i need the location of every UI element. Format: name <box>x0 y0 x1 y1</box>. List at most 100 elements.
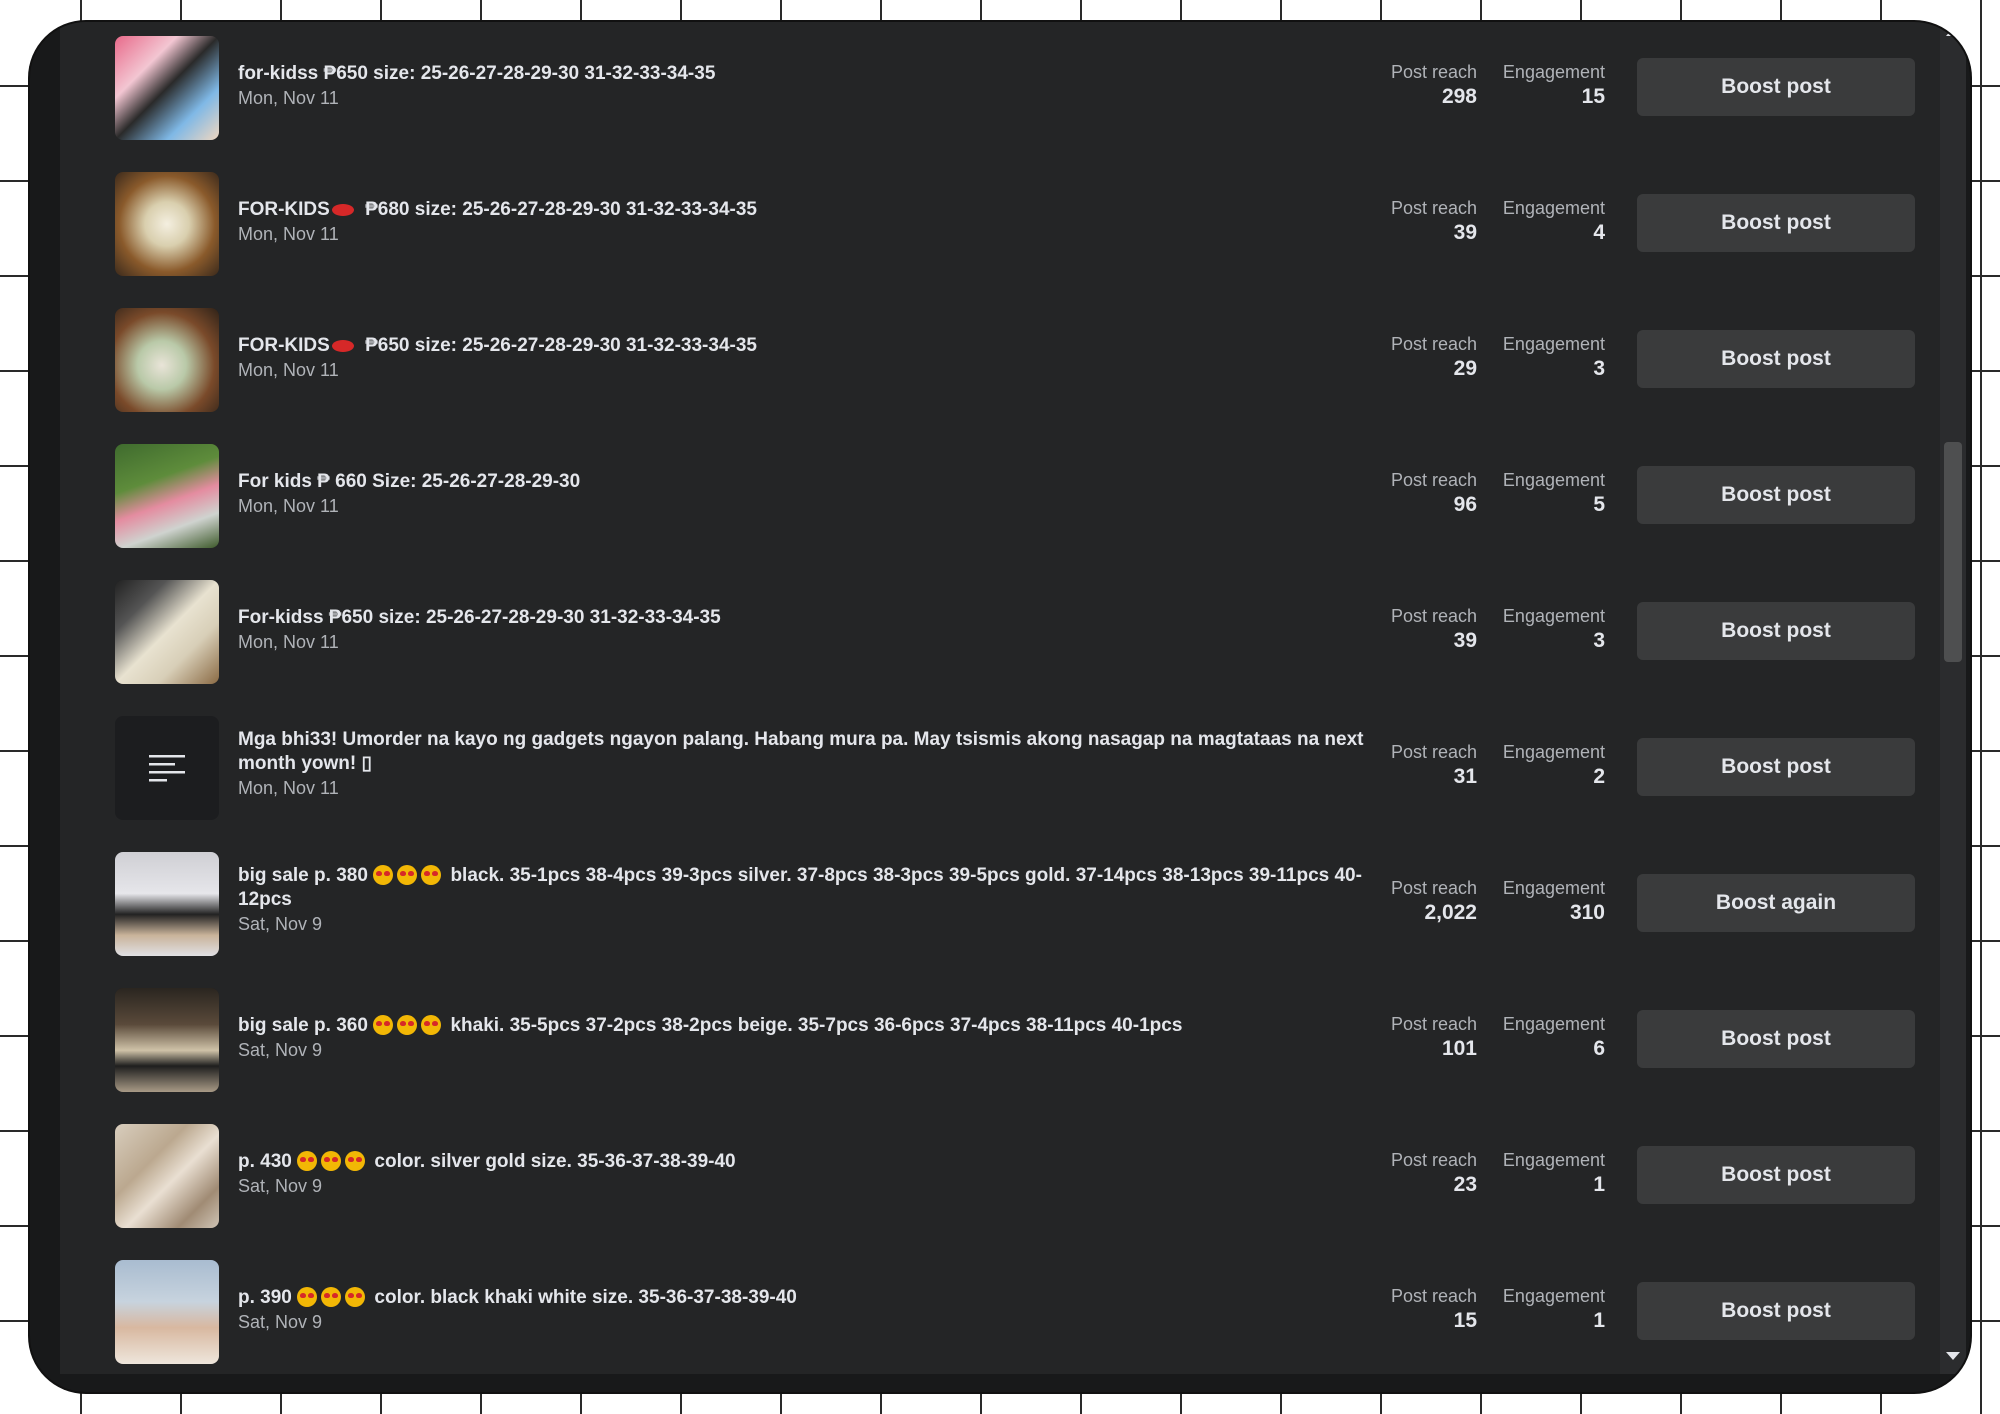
heart-eyes-emoji-icon <box>345 1287 366 1307</box>
post-thumbnail[interactable] <box>115 988 219 1092</box>
post-row[interactable]: Mga bhi33! Umorder na kayo ng gadgets ng… <box>60 702 1940 838</box>
post-reach: Post reach 39 <box>1360 198 1477 245</box>
post-title: For-kidss ₱650 size: 25-26-27-28-29-30 3… <box>238 607 721 628</box>
posts-list: for-kidss ₱650 size: 25-26-27-28-29-30 3… <box>60 22 1940 1374</box>
app-window: for-kidss ₱650 size: 25-26-27-28-29-30 3… <box>30 22 1970 1392</box>
post-row[interactable]: for-kidss ₱650 size: 25-26-27-28-29-30 3… <box>60 22 1940 158</box>
post-date: Mon, Nov 11 <box>238 632 339 652</box>
post-title: for-kidss ₱650 size: 25-26-27-28-29-30 3… <box>238 63 716 84</box>
engagement-value: 310 <box>1569 901 1605 924</box>
engagement: Engagement 1 <box>1480 1150 1605 1197</box>
heart-eyes-emoji-icon <box>321 1287 342 1307</box>
post-row[interactable]: big sale p. 380 black. 35-1pcs 38-4pcs 3… <box>60 838 1940 974</box>
post-row[interactable]: p. 430 color. silver gold size. 35-36-37… <box>60 1110 1940 1246</box>
post-reach-value: 39 <box>1453 629 1477 652</box>
post-title: FOR-KIDS ₱650 size: 25-26-27-28-29-30 31… <box>238 335 757 356</box>
post-title: FOR-KIDS ₱680 size: 25-26-27-28-29-30 31… <box>238 199 757 220</box>
engagement-value: 5 <box>1593 493 1605 516</box>
post-thumbnail[interactable] <box>115 444 219 548</box>
heart-eyes-emoji-icon <box>421 1015 442 1035</box>
post-thumbnail[interactable] <box>115 852 219 956</box>
engagement-value: 3 <box>1593 357 1605 380</box>
post-row[interactable]: For-kidss ₱650 size: 25-26-27-28-29-30 3… <box>60 566 1940 702</box>
engagement: Engagement 4 <box>1480 198 1605 245</box>
heart-eyes-emoji-icon <box>421 865 442 885</box>
post-row[interactable]: p. 390 color. black khaki white size. 35… <box>60 1246 1940 1374</box>
scroll-down-arrow-icon[interactable] <box>1946 1352 1960 1360</box>
engagement: Engagement 3 <box>1480 334 1605 381</box>
engagement-value: 15 <box>1581 85 1605 108</box>
post-row[interactable]: For kids ₱ 660 Size: 25-26-27-28-29-30 M… <box>60 430 1940 566</box>
engagement: Engagement 5 <box>1480 470 1605 517</box>
boost-again-button[interactable]: Boost again <box>1637 874 1915 932</box>
boost-post-button[interactable]: Boost post <box>1637 58 1915 116</box>
heart-eyes-emoji-icon <box>321 1151 342 1171</box>
post-date: Mon, Nov 11 <box>238 360 339 380</box>
boost-post-button[interactable]: Boost post <box>1637 194 1915 252</box>
post-reach-value: 298 <box>1441 85 1477 108</box>
post-thumbnail[interactable] <box>115 580 219 684</box>
vertical-scrollbar[interactable] <box>1940 22 1966 1374</box>
engagement: Engagement 15 <box>1480 62 1605 109</box>
kiss-emoji-icon <box>331 204 354 216</box>
post-date: Sat, Nov 9 <box>238 1176 323 1196</box>
heart-eyes-emoji-icon <box>297 1151 318 1171</box>
engagement-value: 1 <box>1593 1309 1605 1332</box>
boost-post-button[interactable]: Boost post <box>1637 602 1915 660</box>
post-title: big sale p. 360 khaki. 35-5pcs 37-2pcs 3… <box>238 1015 1183 1036</box>
post-row[interactable]: big sale p. 360 khaki. 35-5pcs 37-2pcs 3… <box>60 974 1940 1110</box>
heart-eyes-emoji-icon <box>297 1287 318 1307</box>
heart-eyes-emoji-icon <box>397 865 418 885</box>
heart-eyes-emoji-icon <box>373 1015 394 1035</box>
engagement: Engagement 2 <box>1480 742 1605 789</box>
post-title: p. 390 color. black khaki white size. 35… <box>238 1287 797 1308</box>
boost-post-button[interactable]: Boost post <box>1637 1282 1915 1340</box>
engagement-value: 3 <box>1593 629 1605 652</box>
post-date: Mon, Nov 11 <box>238 778 339 798</box>
engagement: Engagement 310 <box>1480 878 1605 925</box>
post-reach: Post reach 31 <box>1360 742 1477 789</box>
boost-post-button[interactable]: Boost post <box>1637 1146 1915 1204</box>
boost-post-button[interactable]: Boost post <box>1637 738 1915 796</box>
scrollbar-thumb[interactable] <box>1944 442 1962 662</box>
engagement: Engagement 6 <box>1480 1014 1605 1061</box>
post-reach: Post reach 2,022 <box>1360 878 1477 925</box>
boost-post-button[interactable]: Boost post <box>1637 466 1915 524</box>
boost-post-button[interactable]: Boost post <box>1637 1010 1915 1068</box>
post-row[interactable]: FOR-KIDS ₱680 size: 25-26-27-28-29-30 31… <box>60 158 1940 294</box>
post-title: Mga bhi33! Umorder na kayo ng gadgets ng… <box>238 729 1364 774</box>
post-reach: Post reach 23 <box>1360 1150 1477 1197</box>
post-reach: Post reach 29 <box>1360 334 1477 381</box>
post-date: Sat, Nov 9 <box>238 1040 323 1060</box>
engagement-value: 4 <box>1593 221 1605 244</box>
post-reach-value: 23 <box>1453 1173 1477 1196</box>
post-thumbnail[interactable] <box>115 308 219 412</box>
post-reach-value: 101 <box>1441 1037 1477 1060</box>
post-thumbnail[interactable] <box>115 172 219 276</box>
post-reach-value: 2,022 <box>1424 901 1477 924</box>
kiss-emoji-icon <box>331 340 354 352</box>
post-thumbnail[interactable] <box>115 36 219 140</box>
boost-post-button[interactable]: Boost post <box>1637 330 1915 388</box>
post-title: big sale p. 380 black. 35-1pcs 38-4pcs 3… <box>238 865 1362 910</box>
post-date: Mon, Nov 11 <box>238 496 339 516</box>
post-reach-value: 31 <box>1453 765 1477 788</box>
text-post-thumbnail[interactable] <box>115 716 219 820</box>
post-date: Mon, Nov 11 <box>238 224 339 244</box>
engagement-value: 2 <box>1593 765 1605 788</box>
post-row[interactable]: FOR-KIDS ₱650 size: 25-26-27-28-29-30 31… <box>60 294 1940 430</box>
post-reach: Post reach 15 <box>1360 1286 1477 1333</box>
text-lines-icon <box>149 755 185 782</box>
post-reach-value: 15 <box>1453 1309 1477 1332</box>
post-thumbnail[interactable] <box>115 1260 219 1364</box>
post-reach-value: 29 <box>1453 357 1477 380</box>
post-thumbnail[interactable] <box>115 1124 219 1228</box>
engagement-value: 1 <box>1593 1173 1605 1196</box>
scroll-up-arrow-icon[interactable] <box>1946 28 1960 36</box>
post-title: For kids ₱ 660 Size: 25-26-27-28-29-30 <box>238 471 581 492</box>
post-reach: Post reach 39 <box>1360 606 1477 653</box>
post-reach: Post reach 101 <box>1360 1014 1477 1061</box>
heart-eyes-emoji-icon <box>397 1015 418 1035</box>
post-reach-value: 96 <box>1453 493 1477 516</box>
engagement: Engagement 1 <box>1480 1286 1605 1333</box>
